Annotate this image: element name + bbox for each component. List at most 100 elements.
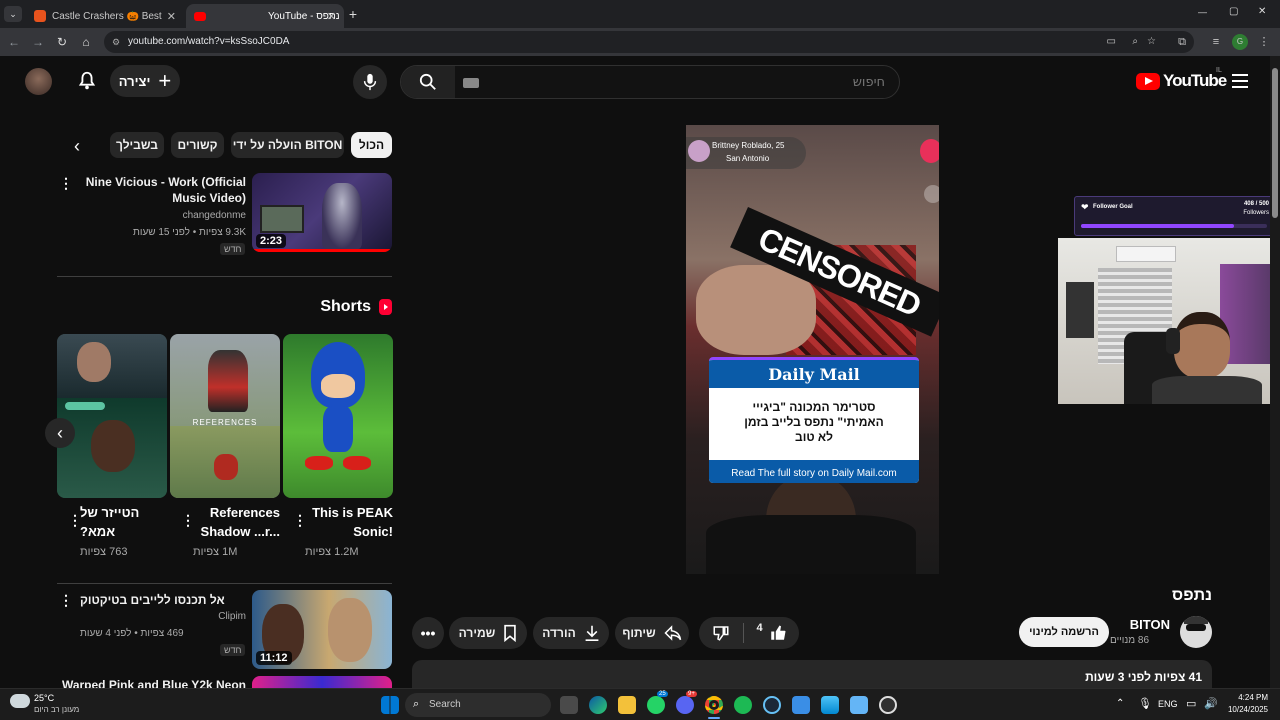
youtube-logo[interactable]: YouTube IL	[1136, 67, 1227, 93]
chip-for-you[interactable]: בשבילך	[110, 132, 164, 158]
forward-icon[interactable]: →	[30, 34, 46, 50]
chrome-icon[interactable]	[705, 696, 723, 714]
short-more-options-icon[interactable]: ⋮	[68, 513, 82, 527]
tray-overflow-icon[interactable]: ⌃	[1116, 698, 1124, 709]
more-actions-button[interactable]: •••	[412, 617, 444, 649]
volume-icon[interactable]: 🔊	[1204, 697, 1218, 710]
account-avatar[interactable]	[25, 68, 52, 95]
keyboard-icon[interactable]	[463, 78, 479, 88]
tab-close-icon[interactable]: ✕	[167, 10, 176, 23]
menu-kebab-icon[interactable]: ⋮	[1256, 34, 1272, 50]
save-button[interactable]: שמירה	[449, 617, 527, 649]
channel-name[interactable]: changedonme	[80, 210, 246, 221]
language-indicator[interactable]: ENG	[1158, 699, 1178, 709]
reload-icon[interactable]: ↻	[54, 34, 70, 50]
chip-uploaded-by[interactable]: הועלה על ידי BITON	[231, 132, 344, 158]
file-explorer-icon[interactable]	[618, 696, 636, 714]
guide-menu-icon[interactable]	[1232, 74, 1248, 88]
task-view-icon[interactable]	[560, 696, 578, 714]
channel-name[interactable]: Clipim	[80, 611, 246, 622]
share-icon	[664, 625, 681, 641]
video-title[interactable]: אל תכנסו ללייבים בטיקטוק	[80, 592, 246, 608]
cast-icon[interactable]: ▭	[1107, 31, 1116, 53]
video-thumbnail[interactable]: 11:12	[252, 590, 392, 669]
notepad-icon[interactable]	[792, 696, 810, 714]
download-button[interactable]: הורדה	[533, 617, 609, 649]
steam-icon[interactable]	[763, 696, 781, 714]
clock-time[interactable]: 4:24 PM	[1228, 693, 1268, 702]
video-thumbnail[interactable]: 2:23	[252, 173, 392, 252]
maximize-button[interactable]: ▢	[1229, 6, 1238, 17]
channel-name[interactable]: BITON	[1110, 617, 1170, 632]
short-thumbnail-sonic[interactable]	[283, 334, 393, 498]
description-box[interactable]: 41 צפיות לפני 3 שעות	[412, 660, 1212, 688]
tab-youtube[interactable]: YouTube - נתפס ✕	[186, 4, 344, 28]
short-title-line2[interactable]: Sonic!	[305, 523, 393, 541]
short-title[interactable]: הטייזר של	[80, 504, 167, 522]
search-input[interactable]	[455, 66, 899, 98]
minimize-button[interactable]: —	[1198, 7, 1207, 17]
tab-close-icon[interactable]: ✕	[327, 10, 336, 23]
zoom-icon[interactable]: ⌕	[1132, 31, 1138, 53]
share-button[interactable]: שיתוף	[615, 617, 689, 649]
back-icon[interactable]: ←	[6, 34, 22, 50]
chip-related[interactable]: קשורים	[171, 132, 224, 158]
close-window-button[interactable]: ✕	[1258, 6, 1266, 17]
weather-widget[interactable]: 25°C מעונן רב היום	[10, 692, 110, 718]
search-button[interactable]	[401, 66, 455, 98]
media-controls-icon[interactable]: ≡	[1208, 34, 1224, 50]
discord-icon[interactable]: 9+	[676, 691, 697, 714]
description-meta: 41 צפיות לפני 3 שעות	[1085, 670, 1202, 684]
new-tab-button[interactable]: +	[346, 6, 360, 22]
create-button[interactable]: יצירה +	[110, 65, 180, 97]
chips-next-button[interactable]: ‹	[62, 131, 92, 161]
video-title-line2[interactable]: Music Video)	[80, 190, 246, 206]
short-title-line2[interactable]: Shadow ...r...	[193, 523, 280, 541]
channel-avatar[interactable]	[1180, 616, 1212, 648]
photos-icon[interactable]	[821, 696, 839, 714]
new-badge: חדש	[220, 243, 246, 255]
tab-search-button[interactable]: ⌄	[4, 6, 22, 22]
microphone-tray-icon[interactable]: 🎙	[1138, 697, 1152, 710]
address-bar[interactable]: ⚙ youtube.com/watch?v=ksSsoJC0DA ▭ ⌕ ☆	[104, 31, 1194, 53]
windows-start-icon[interactable]	[381, 696, 399, 714]
profile-avatar[interactable]: G	[1232, 34, 1248, 50]
edge-icon[interactable]	[589, 696, 607, 714]
notifications-bell-icon[interactable]	[76, 70, 98, 92]
more-options-icon[interactable]: ⋮	[59, 593, 73, 607]
spotify-icon[interactable]	[734, 696, 752, 714]
more-options-icon[interactable]: ⋮	[59, 176, 73, 190]
dm-headline-line1: סטרימר המכונה "ביגייי	[752, 400, 876, 414]
app-icon[interactable]	[850, 696, 868, 714]
subscribe-button[interactable]: הרשמה למינוי	[1019, 617, 1109, 647]
bookmark-star-icon[interactable]: ☆	[1147, 31, 1156, 53]
short-title-line2[interactable]: אמא?	[80, 523, 167, 541]
short-more-options-icon[interactable]: ⋮	[181, 513, 195, 527]
like-button[interactable]: 4	[744, 617, 799, 649]
short-more-options-icon[interactable]: ⋮	[293, 513, 307, 527]
short-thumbnail-tazer[interactable]	[57, 334, 167, 498]
site-info-icon[interactable]: ⚙	[112, 31, 120, 53]
voice-search-button[interactable]	[353, 65, 387, 99]
dislike-button[interactable]	[699, 617, 743, 649]
network-icon[interactable]: ▭	[1186, 697, 1196, 710]
obs-icon[interactable]	[879, 696, 897, 714]
page-scrollbar[interactable]	[1270, 56, 1280, 688]
tab-castle-crashers[interactable]: Castle Crashers 🎃 Best Prices ✕	[26, 4, 184, 28]
video-title[interactable]: Nine Vicious - Work (Official	[80, 174, 246, 190]
short-title[interactable]: This is PEAK	[305, 504, 393, 522]
chip-all[interactable]: הכול	[351, 132, 392, 158]
section-divider	[57, 583, 392, 584]
video-title[interactable]: Warped Pink and Blue Y2k Neon	[60, 677, 246, 688]
extensions-icon[interactable]: ⧉	[1174, 34, 1190, 50]
short-thumbnail-shadow[interactable]: REFERENCES	[170, 334, 280, 498]
clock-date[interactable]: 10/24/2025	[1218, 705, 1268, 714]
short-title[interactable]: References	[193, 504, 280, 522]
video-thumbnail[interactable]	[252, 676, 392, 688]
whatsapp-icon[interactable]: 25	[647, 691, 668, 714]
scrollbar-thumb[interactable]	[1272, 68, 1278, 218]
home-icon[interactable]: ⌂	[78, 34, 94, 50]
video-player[interactable]: Brittney Roblado, 25 San Antonio CENSORE…	[686, 125, 939, 574]
shorts-prev-button[interactable]: ‹	[45, 418, 75, 448]
taskbar-search[interactable]: ⌕ Search	[405, 693, 551, 717]
